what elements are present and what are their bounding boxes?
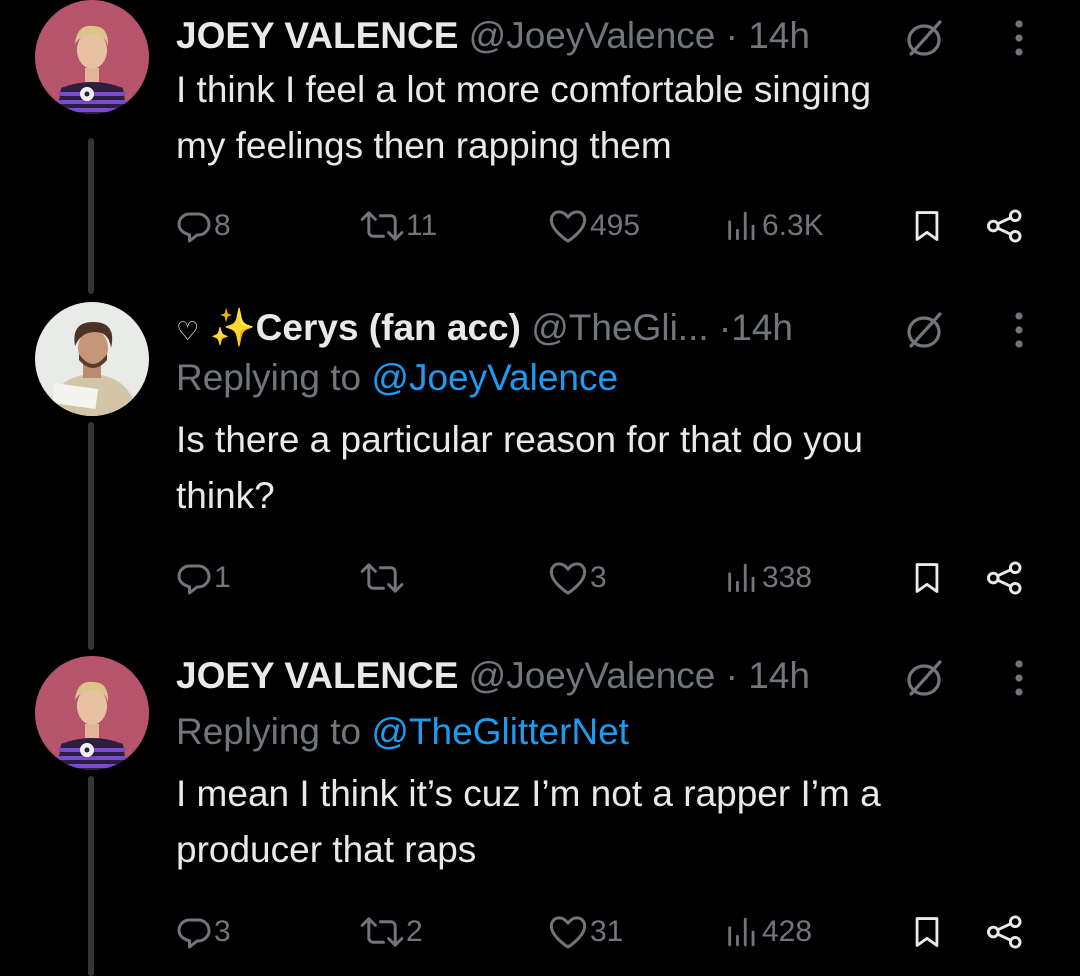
sparkles-emoji: ✨ bbox=[209, 307, 256, 348]
retweet-button[interactable]: 11 bbox=[360, 206, 437, 246]
timestamp[interactable]: 14h bbox=[731, 307, 793, 348]
verified-badge-icon bbox=[904, 658, 944, 698]
timestamp[interactable]: 14h bbox=[748, 15, 810, 56]
thread-line bbox=[88, 776, 94, 976]
more-options-icon[interactable] bbox=[1013, 18, 1025, 58]
replying-to-label: Replying to bbox=[176, 357, 362, 398]
thread-line bbox=[88, 138, 94, 294]
views-button[interactable]: 428 bbox=[722, 912, 812, 952]
display-name[interactable]: JOEY VALENCE bbox=[176, 655, 458, 696]
share-icon bbox=[986, 208, 1024, 244]
tweet-text-line: think? bbox=[176, 475, 275, 516]
action-bar: 3 2 31 428 bbox=[176, 912, 1036, 952]
tweet-text-line: producer that raps bbox=[176, 829, 477, 870]
heart-icon bbox=[548, 912, 588, 952]
tweet-header: JOEY VALENCE @JoeyValence · 14h bbox=[176, 12, 1040, 60]
bookmark-button[interactable] bbox=[910, 558, 944, 598]
verified-badge-icon bbox=[904, 310, 944, 350]
verified-badge-icon bbox=[904, 18, 944, 58]
retweet-icon bbox=[360, 208, 404, 244]
tweet-text-line: I think I feel a lot more comfortable si… bbox=[176, 69, 872, 110]
user-handle[interactable]: @JoeyValence bbox=[469, 15, 716, 56]
user-handle[interactable]: @JoeyValence bbox=[469, 655, 716, 696]
view-count: 338 bbox=[762, 561, 813, 594]
share-button[interactable] bbox=[986, 206, 1024, 246]
reply-count: 3 bbox=[214, 915, 231, 948]
tweet-text-line: my feelings then rapping them bbox=[176, 125, 672, 166]
separator-dot: · bbox=[718, 307, 732, 348]
like-button[interactable]: 31 bbox=[548, 912, 623, 952]
view-count: 428 bbox=[762, 915, 813, 948]
action-bar: 8 11 495 6.3K bbox=[176, 206, 1036, 246]
name-heart-emoji: ♡ bbox=[176, 316, 200, 346]
avatar[interactable] bbox=[35, 656, 149, 770]
retweet-icon bbox=[360, 560, 404, 596]
tweet-header: JOEY VALENCE @JoeyValence · 14h bbox=[176, 652, 1040, 700]
timestamp[interactable]: 14h bbox=[748, 655, 810, 696]
heart-icon bbox=[548, 558, 588, 598]
replying-to-label: Replying to bbox=[176, 711, 362, 752]
bookmark-button[interactable] bbox=[910, 206, 944, 246]
replying-to: Replying to @TheGlitterNet bbox=[176, 706, 1040, 758]
retweet-button[interactable]: 2 bbox=[360, 912, 423, 952]
retweet-count: 11 bbox=[406, 209, 438, 242]
share-button[interactable] bbox=[986, 558, 1024, 598]
tweet-text: I mean I think it’s cuz I’m not a rapper… bbox=[176, 766, 1040, 878]
reply-icon bbox=[176, 208, 212, 244]
action-bar: 1 3 338 bbox=[176, 558, 1036, 598]
bookmark-icon bbox=[910, 560, 944, 596]
views-icon bbox=[722, 561, 760, 595]
like-button[interactable]: 3 bbox=[548, 558, 607, 598]
reply-icon bbox=[176, 560, 212, 596]
more-options-icon[interactable] bbox=[1013, 658, 1025, 698]
thread-line bbox=[88, 422, 94, 650]
reply-button[interactable]: 3 bbox=[176, 912, 231, 952]
replying-to-mention-link[interactable]: @JoeyValence bbox=[371, 357, 618, 398]
user-handle[interactable]: @TheGli... bbox=[531, 307, 708, 348]
separator-dot: · bbox=[725, 655, 738, 696]
views-icon bbox=[722, 209, 760, 243]
tweet-header: ♡ ✨Cerys (fan acc) @TheGli... ·14h bbox=[176, 304, 1040, 352]
avatar[interactable] bbox=[35, 0, 149, 114]
tweet-text-line: Is there a particular reason for that do… bbox=[176, 419, 863, 460]
display-name[interactable]: Cerys (fan acc) bbox=[256, 307, 521, 348]
tweet-text: Is there a particular reason for that do… bbox=[176, 412, 1040, 524]
reply-button[interactable]: 1 bbox=[176, 558, 231, 598]
share-icon bbox=[986, 914, 1024, 950]
tweet-text-line: I mean I think it’s cuz I’m not a rapper… bbox=[176, 773, 881, 814]
like-count: 3 bbox=[590, 561, 607, 594]
separator-dot: · bbox=[725, 15, 738, 56]
reply-button[interactable]: 8 bbox=[176, 206, 231, 246]
share-icon bbox=[986, 560, 1024, 596]
bookmark-button[interactable] bbox=[910, 912, 944, 952]
like-count: 495 bbox=[590, 209, 641, 242]
heart-icon bbox=[548, 206, 588, 246]
views-icon bbox=[722, 915, 760, 949]
replying-to-mention-link[interactable]: @TheGlitterNet bbox=[371, 711, 629, 752]
share-button[interactable] bbox=[986, 912, 1024, 952]
bookmark-icon bbox=[910, 208, 944, 244]
bookmark-icon bbox=[910, 914, 944, 950]
replying-to: Replying to @JoeyValence bbox=[176, 352, 1040, 404]
like-button[interactable]: 495 bbox=[548, 206, 640, 246]
view-count: 6.3K bbox=[762, 209, 824, 242]
tweet-text: I think I feel a lot more comfortable si… bbox=[176, 62, 1040, 174]
more-options-icon[interactable] bbox=[1013, 310, 1025, 350]
retweet-icon bbox=[360, 914, 404, 950]
retweet-count: 2 bbox=[406, 915, 423, 948]
reply-count: 1 bbox=[214, 561, 231, 594]
views-button[interactable]: 6.3K bbox=[722, 206, 824, 246]
views-button[interactable]: 338 bbox=[722, 558, 812, 598]
retweet-button[interactable] bbox=[360, 558, 406, 598]
avatar[interactable] bbox=[35, 302, 149, 416]
like-count: 31 bbox=[590, 915, 624, 948]
reply-icon bbox=[176, 914, 212, 950]
reply-count: 8 bbox=[214, 209, 231, 242]
display-name[interactable]: JOEY VALENCE bbox=[176, 15, 458, 56]
